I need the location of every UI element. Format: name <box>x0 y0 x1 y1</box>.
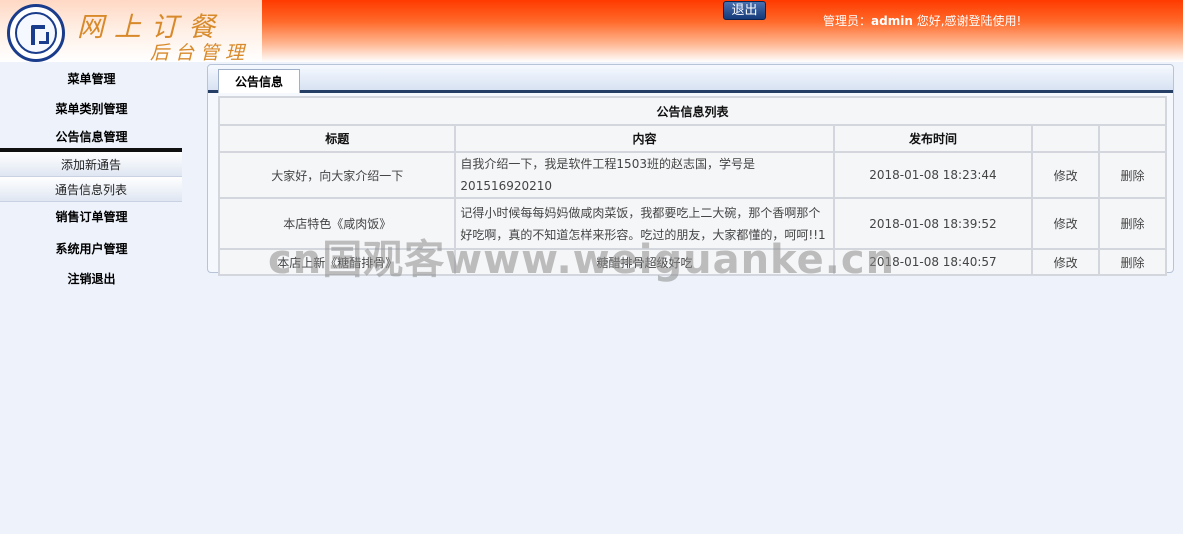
logo-area: 网上订餐 后台管理 <box>0 0 262 64</box>
cell-time: 2018-01-08 18:23:44 <box>832 151 1034 199</box>
delete-link[interactable]: 删除 <box>1098 151 1167 199</box>
sidebar-item-menu-category[interactable]: 菜单类别管理 <box>0 92 183 122</box>
edit-link[interactable]: 修改 <box>1031 197 1101 250</box>
sidebar-item-menu[interactable]: 菜单管理 <box>0 62 183 92</box>
watermark: cn国观客www.weiguanke.cn <box>268 237 896 283</box>
sidebar: 菜单管理 菜单类别管理 公告信息管理 添加新通告 通告信息列表 销售订单管理 系… <box>0 62 183 292</box>
column-header-delete <box>1098 124 1167 153</box>
tab-announcements[interactable]: 公告信息 <box>218 69 300 93</box>
cell-content: 自我介绍一下，我是软件工程1503班的赵志国，学号是201516920210 <box>454 151 835 199</box>
column-header-edit <box>1031 124 1101 153</box>
table-caption: 公告信息列表 <box>218 96 1167 126</box>
cell-title: 大家好，向大家介绍一下 <box>217 151 457 199</box>
username: admin <box>871 14 913 28</box>
column-header-time: 发布时间 <box>832 124 1034 153</box>
submenu-item-add-announcement[interactable]: 添加新通告 <box>0 152 182 177</box>
logout-button[interactable]: 退出 <box>723 1 766 20</box>
edit-link[interactable]: 修改 <box>1031 151 1101 199</box>
delete-link[interactable]: 删除 <box>1098 197 1167 250</box>
sidebar-item-logout[interactable]: 注销退出 <box>0 262 183 292</box>
submenu-item-announcement-list[interactable]: 通告信息列表 <box>0 177 182 202</box>
tab-bar: 公告信息 <box>208 65 1173 93</box>
column-header-title: 标题 <box>217 124 457 153</box>
sidebar-item-system-users[interactable]: 系统用户管理 <box>0 232 183 262</box>
sidebar-item-announcements[interactable]: 公告信息管理 <box>0 122 183 148</box>
welcome-message: 管理员：admin 您好,感谢登陆使用! <box>823 12 1021 29</box>
welcome-suffix: 您好,感谢登陆使用! <box>912 14 1022 28</box>
site-subtitle: 后台管理 <box>150 42 251 64</box>
university-emblem-icon <box>7 4 65 62</box>
delete-link[interactable]: 删除 <box>1098 248 1167 276</box>
edit-link[interactable]: 修改 <box>1031 248 1101 276</box>
announcement-submenu: 添加新通告 通告信息列表 <box>0 148 182 202</box>
table-row: 大家好，向大家介绍一下 自我介绍一下，我是软件工程1503班的赵志国，学号是20… <box>217 151 1167 199</box>
welcome-prefix: 管理员： <box>823 14 872 28</box>
header: 网上订餐 后台管理 退出 管理员：admin 您好,感谢登陆使用! <box>0 0 1183 64</box>
column-header-content: 内容 <box>454 124 835 153</box>
sidebar-item-sales-orders[interactable]: 销售订单管理 <box>0 202 183 232</box>
